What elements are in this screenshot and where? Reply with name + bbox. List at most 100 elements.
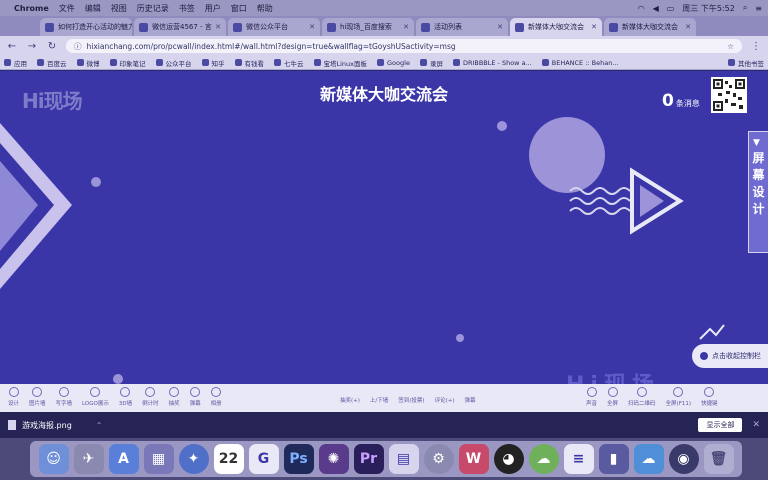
menu-help[interactable]: 帮助 [257,3,273,14]
premiere-icon[interactable]: Pr [353,444,384,474]
bookmark-item[interactable]: 宝塔Linux面板 [313,58,367,68]
browser-tab[interactable]: hi现场_百度搜索 ✕ [322,18,414,36]
tool-middle-item[interactable]: 评论(+) [435,396,455,404]
tool-album-button[interactable]: 相册 [211,387,222,407]
tool-design-button[interactable]: 设计 [8,387,19,407]
tool-sound-button[interactable]: 声音 [586,387,597,407]
bookmark-other[interactable]: 其他书签 [728,58,764,68]
tool-label: 全屏 [607,401,619,407]
bookmark-item[interactable]: 微博 [76,58,100,68]
menubar-clock[interactable]: 周三 下午5:52 [682,3,735,14]
bookmark-apps[interactable]: 应用 [4,58,27,68]
tool-middle-item[interactable]: 弹幕 [464,396,475,404]
menu-file[interactable]: 文件 [59,3,75,14]
bookmark-item[interactable]: BEHANCE :: Behan... [541,59,619,67]
finder-icon[interactable]: ☺ [38,444,69,474]
tool-lottery-button[interactable]: 抽奖 [169,387,180,407]
calendar-icon[interactable]: 22 [213,444,244,474]
show-all-button[interactable]: 显示全部 [698,418,743,432]
tool-middle-item[interactable]: 抽奖(+) [340,396,360,404]
favicon-icon [609,22,618,32]
close-tab-icon[interactable]: ✕ [685,23,691,31]
menu-bookmarks[interactable]: 书签 [179,3,195,14]
baiduyun-icon[interactable]: ☁ [633,444,664,474]
tool-3d-wall-button[interactable]: 3D墙 [119,387,132,407]
browser-tab[interactable]: 微信公众平台 ✕ [228,18,320,36]
menu-people[interactable]: 用户 [205,3,221,14]
back-icon[interactable]: ← [6,41,18,52]
preview-icon[interactable]: ▦ [143,444,174,474]
illustrator-icon[interactable]: ✺ [318,444,349,474]
tool-picture-wall-button[interactable]: 图片墙 [29,387,46,407]
bookmark-favicon-icon [201,59,209,66]
bookmark-item[interactable]: Google [377,59,410,67]
notes-icon[interactable]: ≡ [563,444,594,474]
qq-icon[interactable]: ◕ [493,444,524,474]
close-tab-icon[interactable]: ✕ [591,23,597,31]
url-input[interactable]: ⓘ hixianchang.com/pro/pcwall/index.html#… [66,39,742,53]
close-tab-icon[interactable]: ✕ [309,23,315,31]
wifi-icon[interactable]: ◠ [638,4,645,13]
screenflow-icon[interactable]: ▮ [598,444,629,474]
browser-tab-active[interactable]: 新媒体大咖交流会 ✕ [510,18,602,36]
download-item[interactable]: 游戏海报.png ⌃ [8,420,102,431]
bookmark-item[interactable]: 知乎 [201,58,225,68]
tool-qrcode-button[interactable]: 扫码二维码 [628,387,656,407]
wechat-icon[interactable]: ☁ [528,444,559,474]
close-tab-icon[interactable]: ✕ [215,23,221,31]
bookmark-star-icon[interactable]: ☆ [727,42,734,51]
tool-middle-item[interactable]: 上/下墙 [370,396,388,404]
trash-icon[interactable]: 🗑 [703,444,734,474]
search-icon[interactable]: ⌕ [743,3,747,13]
browser-tab[interactable]: 活动列表 ✕ [416,18,508,36]
bookmark-item[interactable]: 有钱看 [234,58,264,68]
browser-tab[interactable]: 如何打造开心活动的魅力✕ [40,18,132,36]
bookmark-item[interactable]: 录屏 [419,58,443,68]
bookmark-item[interactable]: 公众平台 [155,58,192,68]
wps-icon[interactable]: W [458,444,489,474]
appstore-icon[interactable]: A [108,444,139,474]
systemprefs-icon[interactable]: ⚙ [423,444,454,474]
bookmark-item[interactable]: 七牛云 [274,58,304,68]
tool-danmaku-button[interactable]: 弹幕 [190,387,201,407]
menu-kebab-icon[interactable]: ⋮ [750,41,762,52]
close-icon[interactable]: ✕ [752,420,760,430]
favicon-icon [421,22,430,32]
menu-history[interactable]: 历史记录 [137,3,169,14]
menu-window[interactable]: 窗口 [231,3,247,14]
menu-view[interactable]: 视图 [111,3,127,14]
tool-write-wall-button[interactable]: 写字墙 [56,387,72,407]
launchpad-icon[interactable]: ✈ [73,444,104,474]
close-tab-icon[interactable]: ✕ [403,23,409,31]
tool-label: 图片墙 [29,401,46,407]
tool-middle-item[interactable]: 签到(投票) [398,396,424,404]
close-tab-icon[interactable]: ✕ [497,23,503,31]
tool-shortcuts-button[interactable]: 快捷键 [701,387,718,407]
menubar-app-name[interactable]: Chrome [14,4,49,13]
tool-fullscreen-f11-button[interactable]: 全屏(F11) [666,387,691,407]
bookmark-item[interactable]: 百度云 [37,58,67,68]
reload-icon[interactable]: ↻ [46,41,58,52]
battery-icon[interactable]: ▭ [667,4,675,13]
forward-icon[interactable]: → [26,41,38,52]
chrome-icon[interactable]: G [248,444,279,474]
tool-fullscreen-button[interactable]: 全屏 [607,387,618,407]
bookmark-item[interactable]: 印象笔记 [109,58,146,68]
download-filename: 游戏海报.png [22,420,72,430]
chevron-up-icon[interactable]: ⌃ [96,421,103,430]
collapse-controlbar-button[interactable]: 点击收起控制栏 [692,344,768,368]
tool-logo-button[interactable]: LOGO展示 [82,387,109,407]
quicktime-icon[interactable]: ◉ [668,444,699,474]
browser-tab[interactable]: 微信运营4567 - 言 ✕ [134,18,226,36]
safari-icon[interactable]: ✦ [178,444,209,474]
photoshop-icon[interactable]: Ps [283,444,314,474]
bookmark-item[interactable]: DRIBBBLE - Show a... [452,59,532,67]
tool-countdown-button[interactable]: 倒计时 [142,387,159,407]
keynote-icon[interactable]: ▤ [388,444,419,474]
browser-tab[interactable]: 新媒体大咖交流会 ✕ [604,18,696,36]
notification-icon[interactable]: ≡ [755,4,762,13]
screen-design-button[interactable]: ▼ 屏 幕 设 计 [748,131,768,253]
volume-icon[interactable]: ◀ [653,4,659,13]
page-info-icon[interactable]: ⓘ [74,41,82,52]
menu-edit[interactable]: 编辑 [85,3,101,14]
